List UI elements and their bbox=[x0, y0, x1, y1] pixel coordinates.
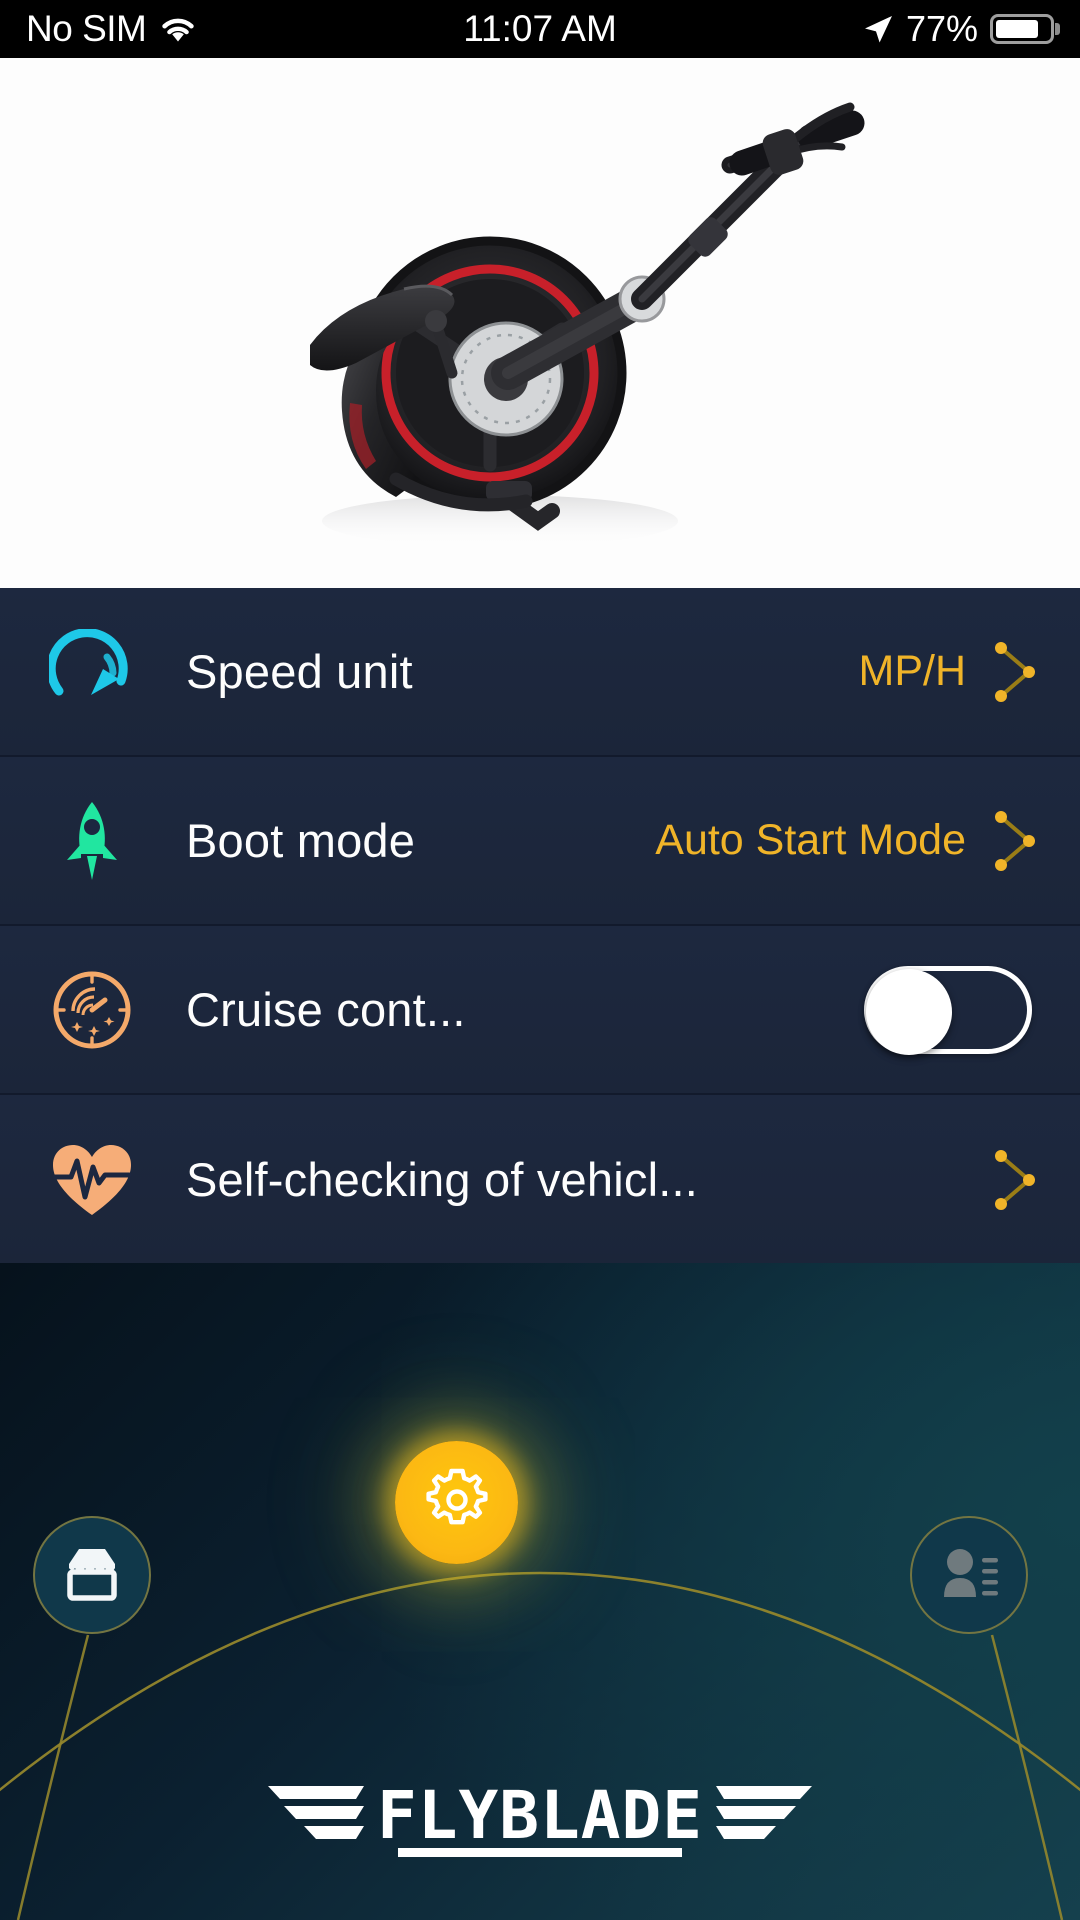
settings-row-control[interactable] bbox=[864, 965, 1038, 1055]
nav-item-settings[interactable] bbox=[395, 1441, 518, 1564]
product-hero-image bbox=[0, 58, 1080, 588]
settings-row-label: Boot mode bbox=[186, 814, 416, 867]
settings-row-cruise-control[interactable]: Cruise cont... bbox=[0, 926, 1080, 1095]
shop-storefront-icon bbox=[61, 1544, 123, 1607]
brand-logo: FLYBLADE bbox=[0, 1762, 1080, 1872]
settings-row-control[interactable]: MP/H bbox=[859, 640, 1039, 704]
battery-icon bbox=[990, 14, 1054, 44]
settings-row-control[interactable] bbox=[992, 1148, 1038, 1212]
logo-text: FLYBLADE bbox=[377, 1777, 703, 1854]
settings-row-label: Cruise cont... bbox=[186, 983, 466, 1036]
carrier-label: No SIM bbox=[26, 8, 147, 49]
settings-row-boot-mode[interactable]: Boot mode Auto Start Mode bbox=[0, 757, 1080, 926]
status-bar: No SIM 11:07 AM 77% bbox=[0, 0, 1080, 58]
settings-row-speed-unit[interactable]: Speed unit MP/H bbox=[0, 588, 1080, 757]
gear-icon bbox=[424, 1467, 490, 1538]
nav-item-shop[interactable] bbox=[33, 1516, 151, 1634]
speedometer-icon bbox=[46, 626, 138, 718]
nav-item-profile[interactable] bbox=[910, 1516, 1028, 1634]
flyblade-wordmark: FLYBLADE bbox=[268, 1777, 812, 1857]
cruise-gauge-icon bbox=[46, 964, 138, 1056]
settings-row-control[interactable]: Auto Start Mode bbox=[655, 809, 1038, 873]
rocket-icon bbox=[46, 795, 138, 887]
settings-row-label: Self-checking of vehicl... bbox=[186, 1153, 698, 1206]
battery-percent-label: 77% bbox=[905, 8, 978, 49]
settings-row-self-checking[interactable]: Self-checking of vehicl... bbox=[0, 1095, 1080, 1264]
chevron-right-dotted-icon[interactable] bbox=[992, 809, 1038, 873]
user-contact-icon bbox=[938, 1545, 1000, 1606]
wifi-icon bbox=[160, 15, 196, 43]
chevron-right-dotted-icon[interactable] bbox=[992, 1148, 1038, 1212]
settings-row-value: MP/H bbox=[858, 647, 967, 695]
cruise-control-toggle[interactable] bbox=[864, 965, 1032, 1055]
location-arrow-icon bbox=[862, 13, 894, 45]
status-bar-left: No SIM bbox=[26, 8, 196, 50]
heart-pulse-icon bbox=[46, 1134, 138, 1226]
status-bar-right: 77% bbox=[862, 8, 1054, 50]
settings-list: Speed unit MP/H Boot mode Auto Start Mod… bbox=[0, 588, 1080, 1264]
settings-row-value: Auto Start Mode bbox=[655, 816, 966, 864]
toggle-knob bbox=[866, 968, 952, 1055]
chevron-right-dotted-icon[interactable] bbox=[992, 640, 1038, 704]
settings-row-label: Speed unit bbox=[186, 645, 413, 698]
